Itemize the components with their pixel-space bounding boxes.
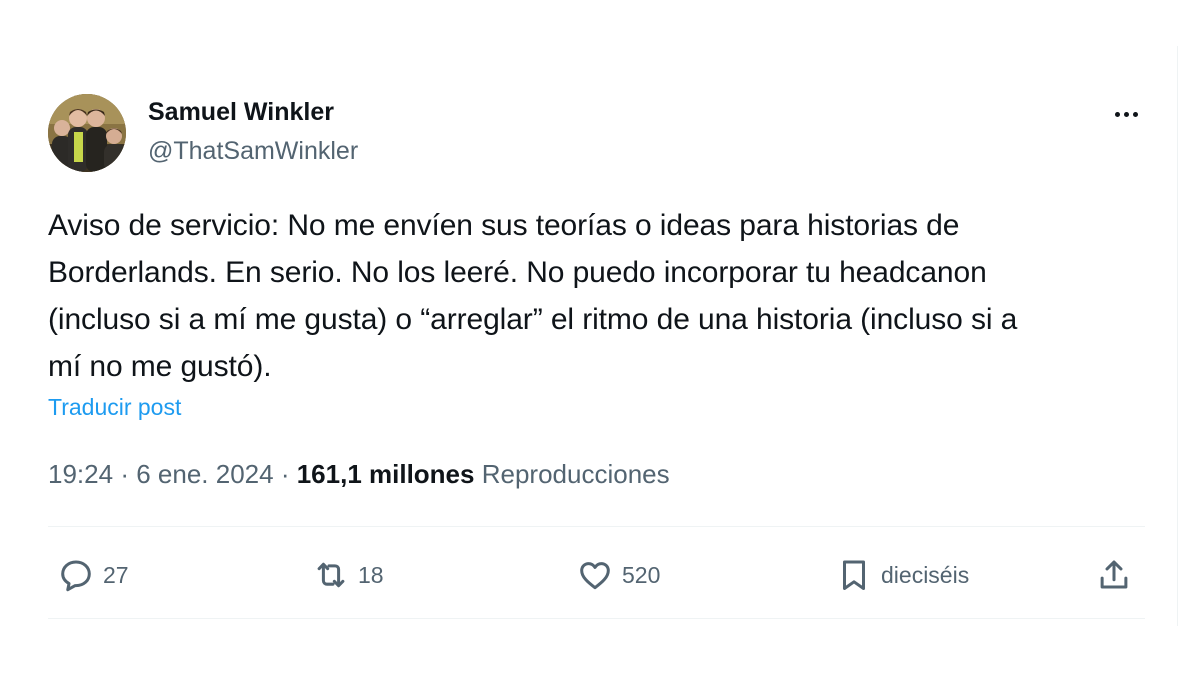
share-button[interactable] [1095,553,1133,597]
bookmark-count: dieciséis [881,561,970,588]
group-photo-avatar-icon [48,94,126,172]
tweet-text: Aviso de servicio: No me envíen sus teor… [48,202,1158,390]
like-button[interactable]: 520 [576,553,660,597]
tweet-text-line: Aviso de servicio: No me envíen sus teor… [48,209,960,242]
heart-icon [580,562,610,590]
tweet-text-line: (incluso si a mí me gusta) o “arreglar” … [48,303,1018,336]
translate-post-link[interactable]: Traducir post [48,394,181,421]
views-count: 161,1 millones [296,459,475,489]
bookmark-button[interactable]: dieciséis [835,553,969,597]
bookmark-icon [842,560,866,590]
tweet-metadata: 19:24 · 6 ene. 2024 · 161,1 millones Rep… [48,459,670,490]
author-display-name[interactable]: Samuel Winkler [148,98,334,127]
timeline-border [1177,46,1178,626]
tweet-text-line: mí no me gustó). [48,350,272,383]
reply-icon [61,560,91,592]
divider [48,526,1145,527]
views-label: Reproducciones [481,459,670,489]
like-count: 520 [622,561,661,588]
share-icon [1100,560,1128,589]
reply-button[interactable]: 27 [57,553,129,597]
meta-separator: · [120,459,129,489]
avatar[interactable] [48,94,126,172]
more-options-button[interactable] [1105,100,1147,128]
tweet-text-line: Borderlands. En serio. No los leeré. No … [48,256,987,289]
reply-count: 27 [103,561,129,588]
more-dot [1123,111,1129,117]
author-handle[interactable]: @ThatSamWinkler [148,137,358,166]
repost-icon [317,562,345,588]
more-dots-icon [1114,111,1120,117]
repost-count: 18 [358,561,384,588]
tweet-time[interactable]: 19:24 [48,459,113,489]
tweet-date[interactable]: 6 ene. 2024 [136,459,273,489]
meta-separator: · [280,459,290,489]
divider [48,618,1145,619]
more-dot [1132,111,1138,117]
tweet-card: Samuel Winkler @ThatSamWinkler Aviso de … [0,0,1200,675]
repost-button[interactable]: 18 [312,553,384,597]
